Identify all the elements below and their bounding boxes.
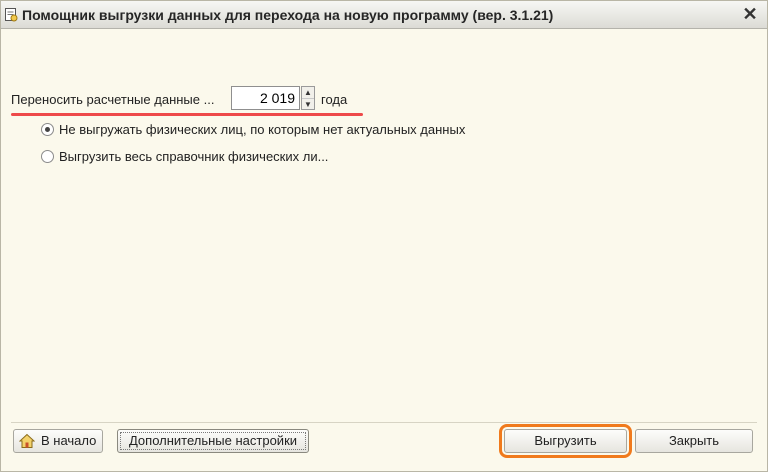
period-label: Переносить расчетные данные ... xyxy=(11,92,215,107)
export-assistant-window: Помощник выгрузки данных для перехода на… xyxy=(0,0,768,472)
title-bar[interactable]: Помощник выгрузки данных для перехода на… xyxy=(1,1,767,29)
export-button[interactable]: Выгрузить xyxy=(504,429,627,453)
close-button[interactable]: Закрыть xyxy=(635,429,753,453)
year-spinner[interactable]: ▲ ▼ xyxy=(301,86,315,110)
close-button-label: Закрыть xyxy=(668,433,720,448)
additional-settings-button[interactable]: Дополнительные настройки xyxy=(117,429,309,453)
footer-divider xyxy=(11,422,757,423)
home-icon xyxy=(19,433,35,448)
option-label: Выгрузить весь справочник физических ли.… xyxy=(59,149,329,164)
home-button[interactable]: В начало xyxy=(13,429,103,453)
spin-down-icon[interactable]: ▼ xyxy=(302,98,314,110)
window-title: Помощник выгрузки данных для перехода на… xyxy=(22,7,554,23)
radio-button[interactable] xyxy=(41,150,54,163)
year-input[interactable] xyxy=(231,86,300,110)
home-button-label: В начало xyxy=(41,433,97,448)
focus-outline xyxy=(120,432,306,450)
radio-button-selected[interactable] xyxy=(41,123,54,136)
year-suffix-label: года xyxy=(321,92,348,107)
export-button-label: Выгрузить xyxy=(534,433,597,448)
document-gear-icon xyxy=(5,8,18,22)
close-icon[interactable]: ✕ xyxy=(741,4,759,24)
red-underline-annotation xyxy=(11,113,363,116)
spin-up-icon[interactable]: ▲ xyxy=(302,87,314,98)
option-label: Не выгружать физических лиц, по которым … xyxy=(59,122,466,137)
